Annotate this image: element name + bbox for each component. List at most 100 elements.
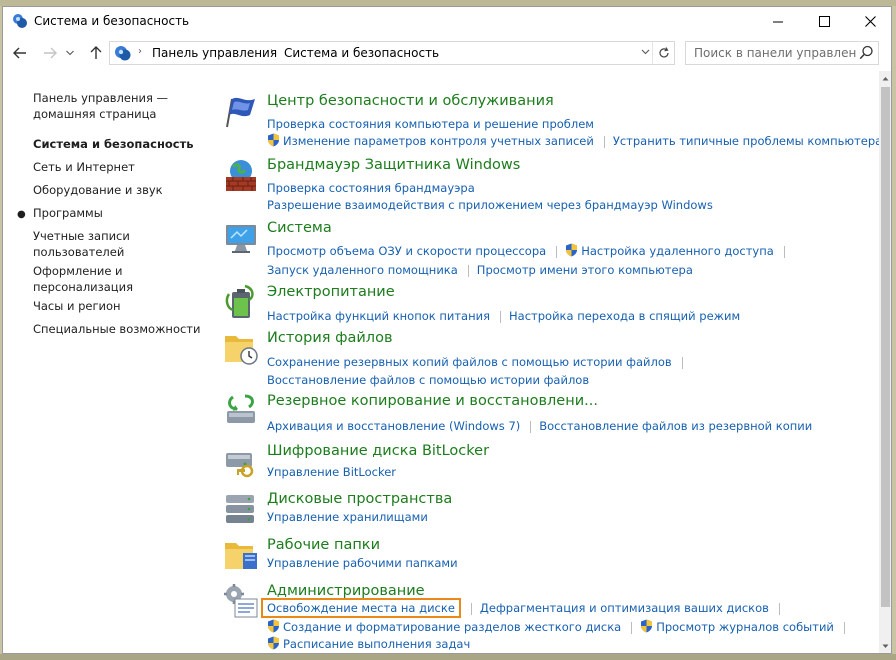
uac-shield-icon: [268, 619, 279, 633]
search-input[interactable]: [686, 42, 856, 64]
category-title[interactable]: Брандмауэр Защитника Windows: [267, 157, 520, 173]
category-link[interactable]: Управление рабочими папками: [267, 556, 458, 570]
breadcrumb-separator-icon[interactable]: ›: [138, 46, 142, 57]
sidebar-item-user-accounts[interactable]: Учетные записи пользователей: [33, 229, 153, 260]
chevron-up-icon: [882, 76, 889, 80]
active-bullet-icon: ●: [17, 209, 26, 220]
main-content: Центр безопасности и обслуживания Провер…: [213, 73, 882, 653]
storage-spaces-icon: [226, 495, 254, 523]
disk-cleanup-link[interactable]: Освобождение места на диске: [261, 598, 461, 618]
title-bar[interactable]: Система и безопасность: [3, 7, 891, 35]
category-link-row: Разрешение взаимодействия с приложением …: [267, 197, 713, 213]
category-link[interactable]: Настройка удаленного доступа: [581, 244, 774, 258]
category-link-row: Проверка состояния компьютера и решение …: [267, 116, 594, 132]
category-link[interactable]: Восстановление файлов с помощью истории …: [267, 373, 589, 387]
forward-button[interactable]: [39, 42, 61, 64]
category-link[interactable]: Архивация и восстановление (Windows 7): [267, 419, 520, 433]
category-title[interactable]: Рабочие папки: [267, 537, 380, 553]
category-link-row: Просмотр объема ОЗУ и скорости процессор…: [267, 243, 793, 259]
recent-locations-button[interactable]: [63, 42, 77, 64]
link-separator: [500, 310, 502, 323]
category-link[interactable]: Создание и форматирование разделов жестк…: [283, 620, 621, 634]
control-panel-window: Система и безопасность › Панель управлен…: [2, 6, 892, 654]
link-separator: [843, 621, 845, 634]
firewall-icon: [226, 160, 256, 191]
category-link[interactable]: Сохранение резервных копий файлов с помо…: [267, 355, 672, 369]
category-link[interactable]: Расписание выполнения задач: [283, 637, 470, 651]
category-link[interactable]: Проверка состояния компьютера и решение …: [267, 117, 594, 131]
close-button[interactable]: [847, 7, 891, 35]
control-panel-icon: [13, 14, 27, 28]
sidebar: Панель управления — домашняя страница ● …: [3, 73, 213, 653]
navigation-bar: › Панель управления › Система и безопасн…: [3, 37, 891, 71]
arrow-up-icon: [90, 46, 102, 59]
breadcrumb-system-security[interactable]: Система и безопасность: [284, 46, 439, 60]
sidebar-item-home[interactable]: Панель управления — домашняя страница: [33, 91, 203, 122]
uac-shield-icon: [268, 636, 279, 650]
search-box[interactable]: [685, 41, 879, 65]
category-link[interactable]: Настройка функций кнопок питания: [267, 309, 490, 323]
category-link[interactable]: Просмотр имени этого компьютера: [477, 263, 693, 277]
category-link[interactable]: Управление хранилищами: [267, 510, 428, 524]
uac-shield-icon: [268, 133, 279, 147]
minimize-button[interactable]: [755, 7, 801, 35]
system-monitor-icon: [226, 225, 256, 253]
category-title[interactable]: Центр безопасности и обслуживания: [267, 93, 554, 109]
category-link[interactable]: Устранить типичные проблемы компьютера: [613, 134, 882, 148]
category-link-row: Управление рабочими папками: [267, 555, 458, 571]
refresh-button[interactable]: [652, 42, 674, 64]
category-title[interactable]: Шифрование диска BitLocker: [267, 443, 489, 459]
power-battery-icon: [225, 284, 254, 318]
search-icon[interactable]: [859, 45, 874, 60]
chevron-down-icon[interactable]: [641, 48, 650, 56]
sidebar-item-clock-region[interactable]: Часы и регион: [33, 299, 203, 315]
category-link[interactable]: Дефрагментация и оптимизация ваших диско…: [480, 601, 769, 615]
breadcrumb-control-panel[interactable]: Панель управления: [152, 46, 277, 60]
category-link-row: Изменение параметров контроля учетных за…: [267, 133, 882, 149]
category-link[interactable]: Разрешение взаимодействия с приложением …: [267, 198, 713, 212]
scroll-down-button[interactable]: [879, 639, 891, 653]
sidebar-item-accessibility[interactable]: Специальные возможности: [33, 322, 203, 338]
breadcrumb-separator-icon[interactable]: ›: [270, 46, 274, 57]
category-link[interactable]: Запуск удаленного помощника: [267, 263, 458, 277]
category-title[interactable]: Администрирование: [267, 583, 425, 599]
sidebar-item-programs[interactable]: Программы: [33, 206, 203, 222]
link-separator: [783, 245, 785, 258]
maximize-button[interactable]: [801, 7, 847, 35]
category-link[interactable]: Управление BitLocker: [267, 465, 396, 479]
category-link[interactable]: Просмотр журналов событий: [656, 620, 834, 634]
maximize-icon: [818, 15, 830, 27]
link-separator: [631, 621, 633, 634]
sidebar-item-appearance[interactable]: Оформление и персонализация: [33, 264, 163, 295]
category-link[interactable]: Изменение параметров контроля учетных за…: [283, 134, 594, 148]
address-bar[interactable]: › Панель управления › Система и безопасн…: [109, 41, 675, 65]
category-link[interactable]: Настройка перехода в спящий режим: [509, 309, 740, 323]
back-button[interactable]: [9, 42, 31, 64]
category-link[interactable]: Восстановление файлов из резервной копии: [539, 419, 812, 433]
category-title[interactable]: Дисковые пространства: [267, 491, 452, 507]
vertical-scrollbar[interactable]: [879, 71, 891, 653]
uac-shield-icon: [641, 619, 653, 633]
link-separator: [467, 264, 469, 277]
link-separator: [530, 420, 532, 433]
close-icon: [864, 15, 876, 27]
category-link[interactable]: Проверка состояния брандмауэра: [267, 181, 475, 195]
uac-shield-icon: [566, 243, 578, 257]
sidebar-item-network[interactable]: Сеть и Интернет: [33, 160, 203, 176]
scrollbar-thumb[interactable]: [881, 87, 890, 607]
category-title[interactable]: Электропитание: [267, 284, 395, 300]
window-title: Система и безопасность: [34, 14, 190, 28]
file-history-icon: [225, 336, 258, 365]
sidebar-item-hardware-sound[interactable]: Оборудование и звук: [33, 183, 203, 199]
category-title[interactable]: Резервное копирование и восстановлени...: [267, 393, 598, 409]
up-button[interactable]: [85, 42, 107, 64]
category-link-row: Восстановление файлов с помощью истории …: [267, 372, 589, 388]
category-title[interactable]: Система: [267, 220, 332, 236]
category-link-row: Архивация и восстановление (Windows 7) Во…: [267, 418, 812, 434]
category-link[interactable]: Просмотр объема ОЗУ и скорости процессор…: [267, 244, 546, 258]
sidebar-item-system-security[interactable]: Система и безопасность: [33, 137, 203, 153]
scroll-up-button[interactable]: [879, 71, 891, 85]
work-folders-icon: [225, 543, 257, 569]
category-link-row: Настройка функций кнопок питания Настройк…: [267, 308, 740, 324]
category-title[interactable]: История файлов: [267, 330, 393, 346]
